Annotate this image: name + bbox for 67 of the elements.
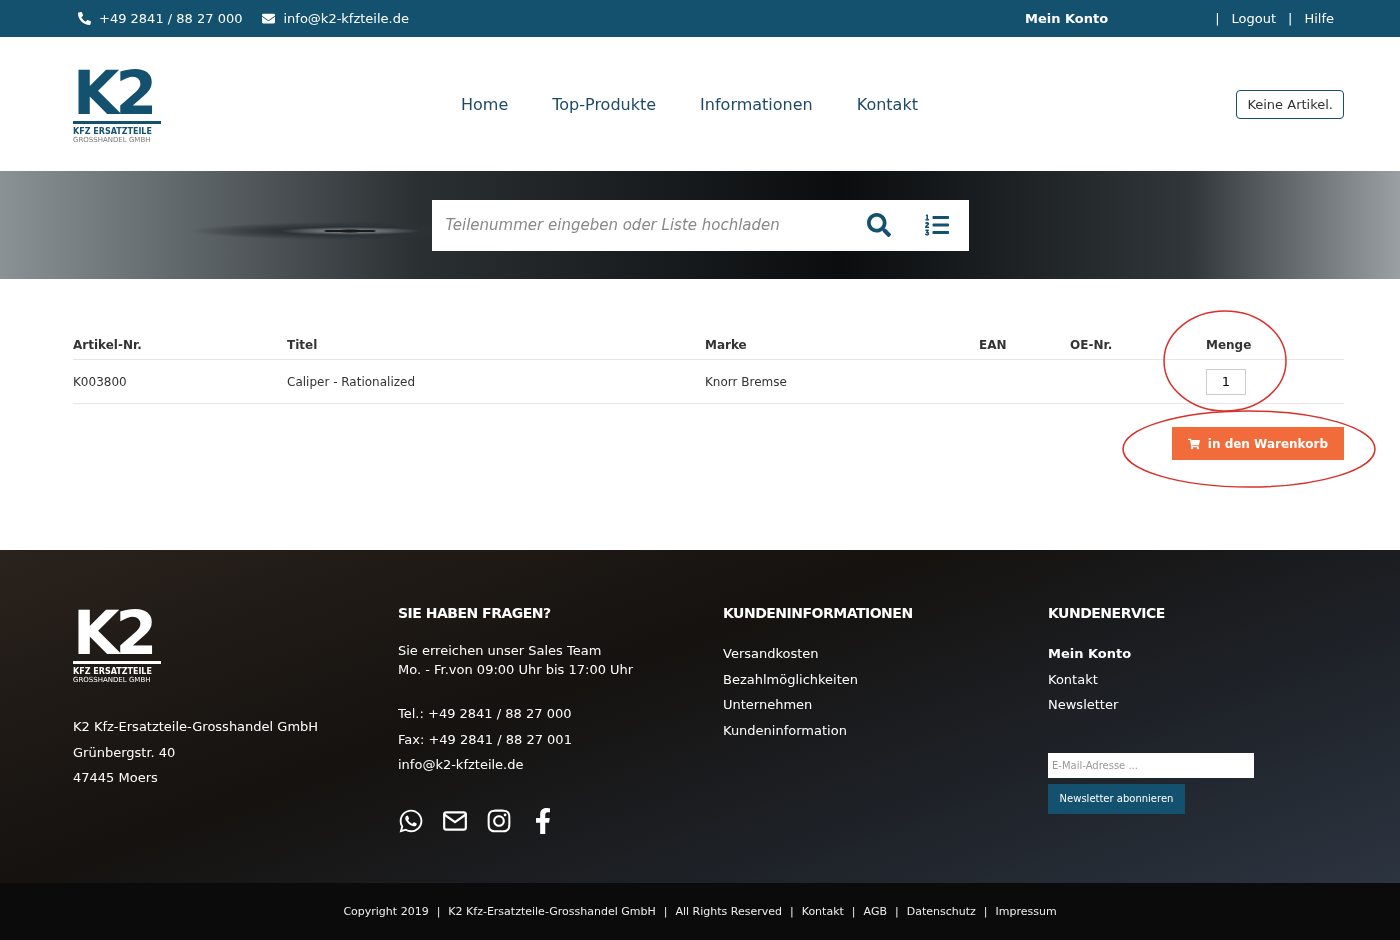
- hours-text: Mo. - Fr.von 09:00 Uhr bis 17:00 Uhr: [398, 661, 635, 679]
- separator: |: [1215, 11, 1220, 26]
- separator: |: [663, 905, 668, 918]
- nav-link[interactable]: Informationen: [700, 94, 813, 114]
- footer-heading: SIE HABEN FRAGEN?: [398, 605, 552, 621]
- column-header: Titel: [287, 338, 319, 352]
- footer-heading: KUNDENINFORMATIONEN: [723, 605, 914, 621]
- footer-bottom-link[interactable]: Impressum: [995, 905, 1057, 918]
- footer-bottom-link[interactable]: Copyright 2019: [343, 905, 429, 918]
- separator: |: [983, 905, 988, 918]
- footer-heading: KUNDENERVICE: [1048, 605, 1166, 621]
- logo-mark: K2: [73, 605, 161, 664]
- contact-line: Tel.: +49 2841 / 88 27 000: [398, 705, 573, 723]
- separator: |: [1288, 11, 1293, 26]
- logo-tagline: KFZ ERSATZTEILE: [73, 126, 153, 136]
- cart-icon: [1187, 437, 1200, 450]
- top-link[interactable]: Logout: [1231, 11, 1277, 26]
- newsletter-email-field[interactable]: E-Mail-Adresse ...: [1048, 752, 1254, 778]
- footer-link[interactable]: Unternehmen: [723, 692, 1048, 718]
- column-header: Marke: [705, 338, 748, 352]
- footer-bottom-link[interactable]: All Rights Reserved: [675, 905, 782, 918]
- separator: |: [851, 905, 856, 918]
- hours-text: Sie erreichen unser Sales Team: [398, 642, 603, 660]
- address-line: K2 Kfz-Ersatzteile-Grosshandel GmbH: [73, 718, 320, 736]
- footer-link[interactable]: Newsletter: [1048, 692, 1400, 718]
- newsletter-button[interactable]: Newsletter abonnieren: [1048, 783, 1185, 814]
- table-cell-text: K003800: [73, 374, 128, 389]
- search-field[interactable]: Teilenummer eingeben oder Liste hochladen: [431, 199, 969, 251]
- whatsapp-icon[interactable]: [398, 807, 424, 834]
- account-link[interactable]: Mein Konto: [1024, 11, 1109, 26]
- table-cell-text: Knorr Bremse: [705, 374, 788, 389]
- footer-bottom-link[interactable]: Kontakt: [801, 905, 844, 918]
- nav-link[interactable]: Kontakt: [856, 94, 918, 114]
- column-header: Artikel-Nr.: [73, 338, 143, 352]
- logo-tagline: KFZ ERSATZTEILE: [73, 667, 153, 676]
- footer-bottom-link[interactable]: K2 Kfz-Ersatzteile-Grosshandel GmbH: [448, 905, 656, 918]
- footer-link[interactable]: Kundeninformation: [723, 717, 1048, 743]
- search-icon[interactable]: [866, 213, 891, 237]
- mail-icon: [262, 12, 276, 25]
- footer-link[interactable]: Bezahlmöglichkeiten: [723, 666, 1048, 692]
- contact-line: info@k2-kfzteile.de: [398, 756, 525, 774]
- footer-link[interactable]: Versandkosten: [723, 641, 1048, 667]
- phone-icon: [78, 12, 91, 25]
- footer-link[interactable]: Mein Konto: [1048, 641, 1400, 667]
- nav-link[interactable]: Top-Produkte: [552, 94, 657, 114]
- cart-button[interactable]: Keine Artikel.: [1236, 89, 1344, 119]
- quantity-field[interactable]: 1: [1206, 368, 1246, 395]
- column-header: EAN: [979, 338, 1008, 352]
- logo-mark: K2: [73, 64, 161, 124]
- nav-link[interactable]: Home: [461, 94, 509, 114]
- address-line: 47445 Moers: [73, 769, 159, 787]
- instagram-icon[interactable]: [486, 807, 512, 834]
- separator: |: [436, 905, 441, 918]
- phone-number: +49 2841 / 88 27 000: [99, 11, 243, 26]
- separator: |: [790, 905, 794, 918]
- column-header: Menge: [1206, 338, 1253, 352]
- top-link[interactable]: Hilfe: [1304, 11, 1334, 26]
- email-address: info@k2-kfzteile.de: [283, 11, 409, 26]
- table-cell-text: Caliper - Rationalized: [287, 374, 417, 389]
- separator: |: [894, 905, 899, 918]
- footer-link[interactable]: Kontakt: [1048, 666, 1400, 692]
- column-header: OE-Nr.: [1070, 338, 1114, 352]
- footer-bottom-link[interactable]: Datenschutz: [906, 905, 976, 918]
- contact-line: Fax: +49 2841 / 88 27 001: [398, 730, 573, 749]
- numbered-list-icon[interactable]: [924, 213, 949, 237]
- footer-bottom-link[interactable]: AGB: [863, 905, 887, 918]
- address-line: Grünbergstr. 40: [73, 743, 177, 762]
